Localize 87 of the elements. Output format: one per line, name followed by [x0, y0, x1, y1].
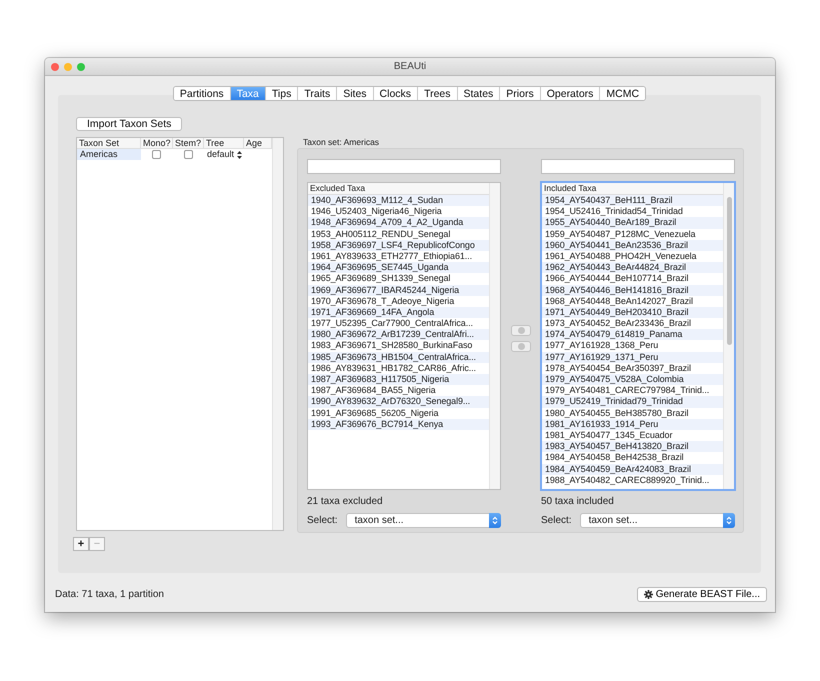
list-item[interactable]: 1961_AY540488_PHO42H_Venezuela: [542, 250, 723, 262]
list-item[interactable]: 1964_AF369695_SE7445_Uganda: [308, 262, 489, 274]
list-item[interactable]: 1981_AY161933_1914_Peru: [542, 418, 723, 430]
list-item[interactable]: 1961_AY839633_ETH2777_Ethiopia61...: [308, 250, 489, 262]
list-item[interactable]: 1983_AY540457_BeH413820_Brazil: [542, 441, 723, 452]
list-item[interactable]: 1962_AY540443_BeAr44824_Brazil: [542, 262, 723, 274]
list-item[interactable]: 1940_AF369693_M112_4_Sudan: [308, 195, 489, 206]
list-item[interactable]: 1987_AF369684_BA55_Nigeria: [308, 385, 489, 396]
list-item[interactable]: 1977_AY161928_1368_Peru: [542, 340, 723, 352]
list-item[interactable]: 1955_AY540440_BeAr189_Brazil: [542, 217, 723, 229]
list-item[interactable]: 1969_AF369677_IBAR45244_Nigeria: [308, 284, 489, 296]
tree-select[interactable]: default: [207, 149, 234, 160]
list-item[interactable]: 1948_AF369694_A709_4_A2_Uganda: [308, 217, 489, 229]
minimize-icon[interactable]: [64, 62, 72, 70]
taxa-list[interactable]: [541, 182, 735, 490]
column-header: Stem?: [173, 138, 204, 149]
column-header: Mono?: [141, 138, 173, 149]
search-field[interactable]: [541, 159, 735, 174]
group-title: Taxon set: Americas: [302, 137, 380, 148]
list-item[interactable]: 1959_AY540487_P128MC_Venezuela: [542, 228, 723, 240]
list-item[interactable]: 1978_AY540454_BeAr350397_Brazil: [542, 362, 723, 374]
list-item[interactable]: 1990_AY839632_ArD76320_Senegal9...: [308, 396, 489, 408]
taxon-set-dropdown[interactable]: taxon set...: [580, 513, 735, 528]
taxon-set-dropdown[interactable]: taxon set...: [346, 513, 501, 528]
table-cell[interactable]: Americas: [77, 149, 141, 160]
list-item[interactable]: 1977_AY161929_1371_Peru: [542, 352, 723, 363]
select-label: Select:: [541, 515, 572, 526]
list-item[interactable]: 1979_AY540475_V528A_Colombia: [542, 374, 723, 386]
list-item[interactable]: 1991_AF369685_56205_Nigeria: [308, 408, 489, 419]
generate-button[interactable]: Generate BEAST File...: [636, 587, 767, 602]
list-item[interactable]: 1970_AF369678_T_Adeoye_Nigeria: [308, 296, 489, 307]
list-item[interactable]: 1983_AF369671_SH28580_BurkinaFaso: [308, 340, 489, 352]
taxa-count: 50 taxa included: [541, 495, 615, 509]
status-text: Data: 71 taxa, 1 partition: [55, 589, 164, 600]
list-item[interactable]: 1954_U52416_Trinidad54_Trinidad: [542, 206, 723, 218]
gear-icon: [644, 590, 653, 599]
list-item[interactable]: 1980_AY540455_BeH385780_Brazil: [542, 408, 723, 419]
column-header: Age: [244, 138, 272, 149]
list-item[interactable]: 1987_AF369683_H117505_Nigeria: [308, 374, 489, 386]
list-item[interactable]: 1988_AY540482_CAREC889920_Trinid...: [542, 474, 723, 486]
circle-icon: [518, 327, 524, 334]
circle-icon: [518, 343, 524, 350]
stepper-icon: [237, 150, 242, 158]
list-item[interactable]: 1974_AY540479_614819_Panama: [542, 329, 723, 340]
chevron-icon: [726, 516, 732, 525]
select-label: Select:: [307, 515, 338, 526]
list-item[interactable]: 1953_AH005112_RENDU_Senegal: [308, 228, 489, 240]
checkbox[interactable]: [184, 150, 193, 159]
taxa-count: 21 taxa excluded: [307, 495, 384, 509]
list-item[interactable]: 1980_AF369672_ArB17239_CentralAfri...: [308, 329, 489, 340]
close-icon[interactable]: [51, 62, 59, 70]
chevron-icon: [492, 516, 498, 525]
list-item[interactable]: 1979_U52419_Trinidad79_Trinidad: [542, 396, 723, 408]
checkbox[interactable]: [152, 150, 161, 159]
list-item[interactable]: 1968_AY540448_BeAn142027_Brazil: [542, 296, 723, 307]
list-item[interactable]: 1977_U52395_Car77900_CentralAfrica...: [308, 318, 489, 330]
scrollbar[interactable]: [272, 138, 283, 530]
list-item[interactable]: 1966_AY540444_BeH107714_Brazil: [542, 273, 723, 284]
search-field[interactable]: [307, 159, 501, 174]
list-item[interactable]: 1979_AY540481_CAREC797984_Trinid...: [542, 385, 723, 396]
column-header: Taxon Set: [77, 138, 141, 149]
list-item[interactable]: 1981_AY540477_1345_Ecuador: [542, 430, 723, 442]
import-button[interactable]: Import Taxon Sets: [76, 117, 182, 131]
list-item[interactable]: 1984_AY540459_BeAr424083_Brazil: [542, 464, 723, 475]
list-item[interactable]: 1993_AF369676_BC7914_Kenya: [308, 418, 489, 430]
list-item[interactable]: 1960_AY540441_BeAn23536_Brazil: [542, 240, 723, 251]
add-button[interactable]: +: [73, 537, 89, 551]
column-header: Included Taxa: [542, 183, 724, 195]
taxa-list[interactable]: [307, 182, 501, 490]
list-item[interactable]: 1954_AY540437_BeH111_Brazil: [542, 195, 723, 206]
list-item[interactable]: 1984_AY540458_BeH42538_Brazil: [542, 452, 723, 464]
list-item[interactable]: 1946_U52403_Nigeria46_Nigeria: [308, 206, 489, 218]
list-item[interactable]: 1973_AY540452_BeAr233436_Brazil: [542, 318, 723, 330]
scrollbar[interactable]: [723, 183, 734, 489]
list-item[interactable]: 1971_AF369669_14FA_Angola: [308, 306, 489, 318]
scrollbar[interactable]: [489, 183, 500, 489]
list-item[interactable]: 1985_AF369673_HB1504_CentralAfrica...: [308, 352, 489, 363]
tab[interactable]: MCMC: [599, 87, 646, 100]
zoom-icon[interactable]: [77, 62, 85, 70]
column-header: Tree: [204, 138, 244, 149]
list-item[interactable]: 1965_AF369689_SH1339_Senegal: [308, 273, 489, 284]
list-item[interactable]: 1971_AY540449_BeH203410_Brazil: [542, 306, 723, 318]
window-title: BEAUti: [394, 61, 426, 72]
list-item[interactable]: 1968_AY540446_BeH141816_Brazil: [542, 284, 723, 296]
column-header: Excluded Taxa: [308, 183, 490, 195]
list-item[interactable]: 1958_AF369697_LSF4_RepublicofCongo: [308, 240, 489, 251]
list-item[interactable]: 1986_AY839631_HB1782_CAR86_Afric...: [308, 362, 489, 374]
